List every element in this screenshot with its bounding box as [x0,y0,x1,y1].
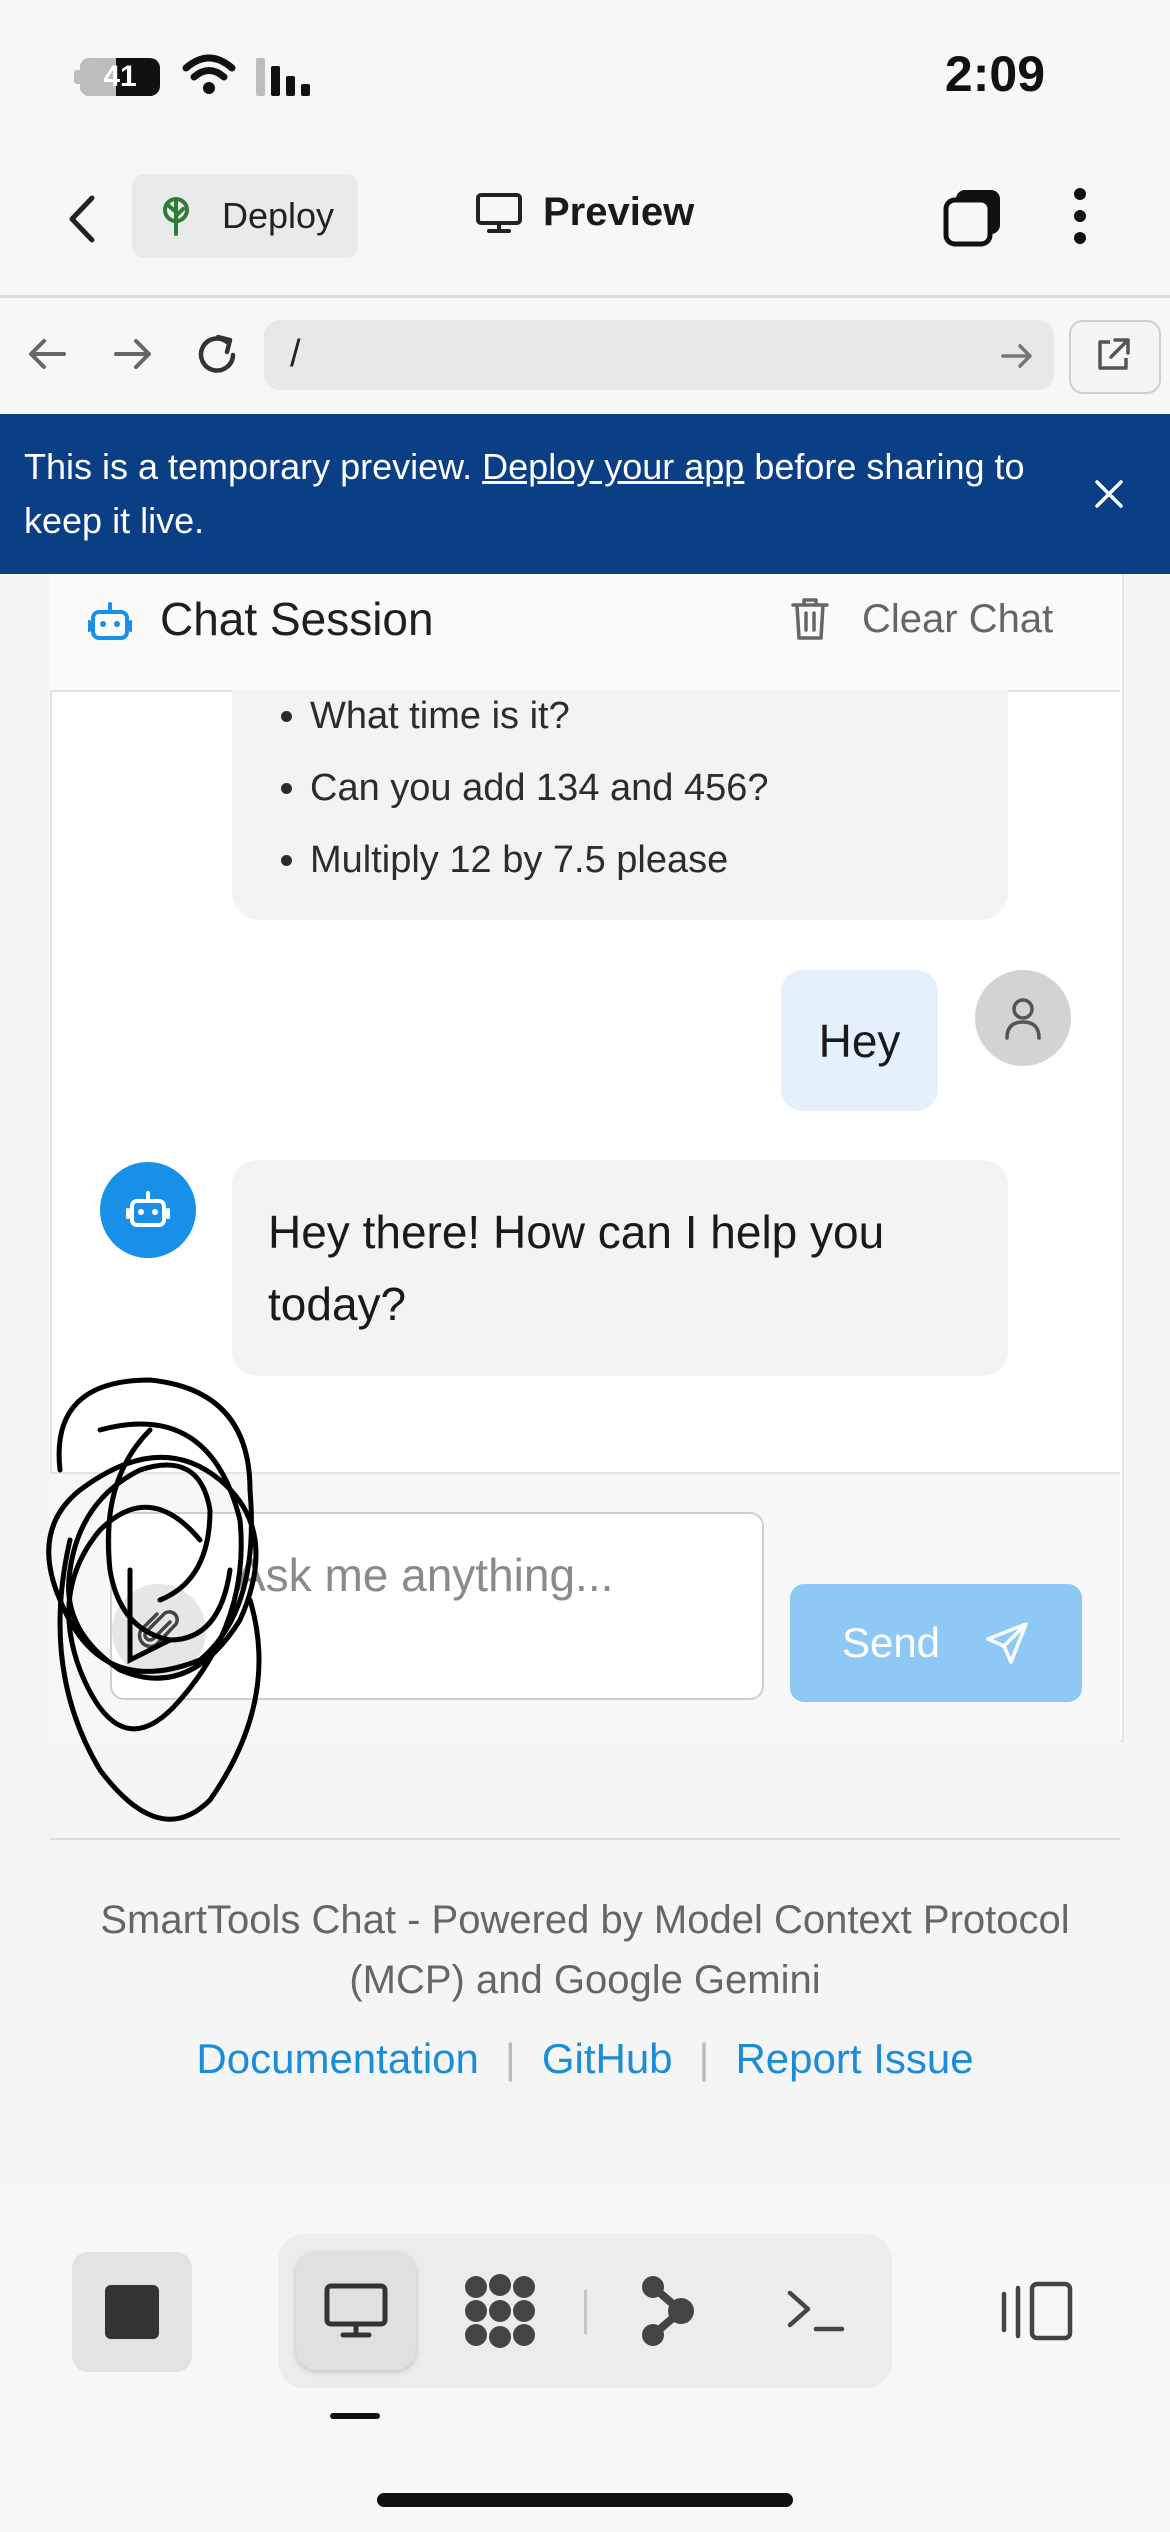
report-issue-link[interactable]: Report Issue [735,2035,973,2083]
clear-chat-button[interactable]: Clear Chat [790,596,1053,642]
more-menu-icon[interactable] [1070,186,1090,246]
deploy-label: Deploy [222,195,335,236]
clear-chat-label: Clear Chat [862,596,1054,641]
deploy-app-link[interactable]: Deploy your app [482,446,744,487]
git-branch-button[interactable] [622,2266,712,2356]
tabs-switcher-icon[interactable] [942,186,1004,248]
panel-layout-icon [1001,2281,1073,2341]
attach-button[interactable] [112,1584,206,1678]
robot-icon [88,602,132,640]
battery-level: 41 [103,60,137,93]
browser-forward-icon[interactable] [112,336,154,372]
workspace-grid-button[interactable] [455,2266,545,2356]
bot-suggestions-bubble: What time is it? Can you add 134 and 456… [232,690,1008,920]
back-chevron-icon[interactable] [64,194,98,244]
message-placeholder: Ask me anything... [235,1549,614,1601]
cellular-signal-icon [256,58,310,96]
link-separator: | [698,2035,710,2082]
send-label: Send [841,1619,941,1666]
layout-toggle-button[interactable] [992,2266,1082,2356]
stop-button[interactable] [72,2252,192,2372]
url-path: / [290,333,301,375]
trash-icon [791,598,829,640]
suggestion-item: Multiply 12 by 7.5 please [310,834,1008,906]
preview-label: Preview [543,190,695,234]
suggestion-item: What time is it? [310,690,1008,762]
banner-text-before: This is a temporary preview. [24,446,483,487]
external-link-icon [1098,338,1130,370]
deploy-button[interactable]: Deploy [132,174,358,258]
terminal-button[interactable] [770,2266,860,2356]
stop-icon [105,2285,159,2339]
monitor-icon [324,2283,388,2338]
send-plane-icon [986,1622,1028,1664]
user-icon [1005,998,1041,1040]
footer-credits: SmartTools Chat - Powered by Model Conte… [100,1898,1070,2002]
robot-icon [126,1191,170,1227]
suggestion-item: Can you add 134 and 456? [310,762,1008,834]
grid-blob-icon [465,2274,535,2348]
terminal-icon [787,2290,845,2332]
send-button[interactable]: Send [790,1584,1082,1702]
url-input[interactable] [264,320,1054,390]
monitor-icon [476,192,522,233]
preview-tab[interactable]: Preview [475,190,694,235]
status-time: 2:09 [944,46,1045,102]
user-avatar [975,970,1071,1066]
active-tool-indicator [330,2413,380,2419]
github-link[interactable]: GitHub [542,2035,673,2083]
bot-message-text: Hey there! How can I help you today? [268,1206,885,1330]
bot-avatar [100,1162,196,1258]
browser-back-icon[interactable] [26,336,68,372]
branch-icon [642,2276,694,2346]
footer-divider [50,1838,1120,1840]
preview-tool-button[interactable] [296,2252,416,2370]
paperclip-icon [137,1610,179,1649]
home-indicator [377,2493,793,2507]
user-message-bubble: Hey [781,970,938,1111]
documentation-link[interactable]: Documentation [196,2035,479,2083]
banner-message: This is a temporary preview. Deploy your… [24,440,1064,548]
reload-icon[interactable] [194,332,240,378]
deploy-tree-icon [163,197,189,236]
wifi-icon [182,54,236,94]
link-separator: | [504,2035,516,2082]
message-input[interactable] [110,1512,764,1700]
go-arrow-icon[interactable] [1000,342,1034,370]
battery-icon: 41 [80,58,160,96]
footer-links: Documentation | GitHub | Report Issue [0,2035,1170,2083]
chat-title: Chat Session [160,593,434,645]
close-icon[interactable] [1093,478,1125,510]
suggestion-list: What time is it? Can you add 134 and 456… [232,690,1008,906]
tool-separator [584,2290,587,2334]
